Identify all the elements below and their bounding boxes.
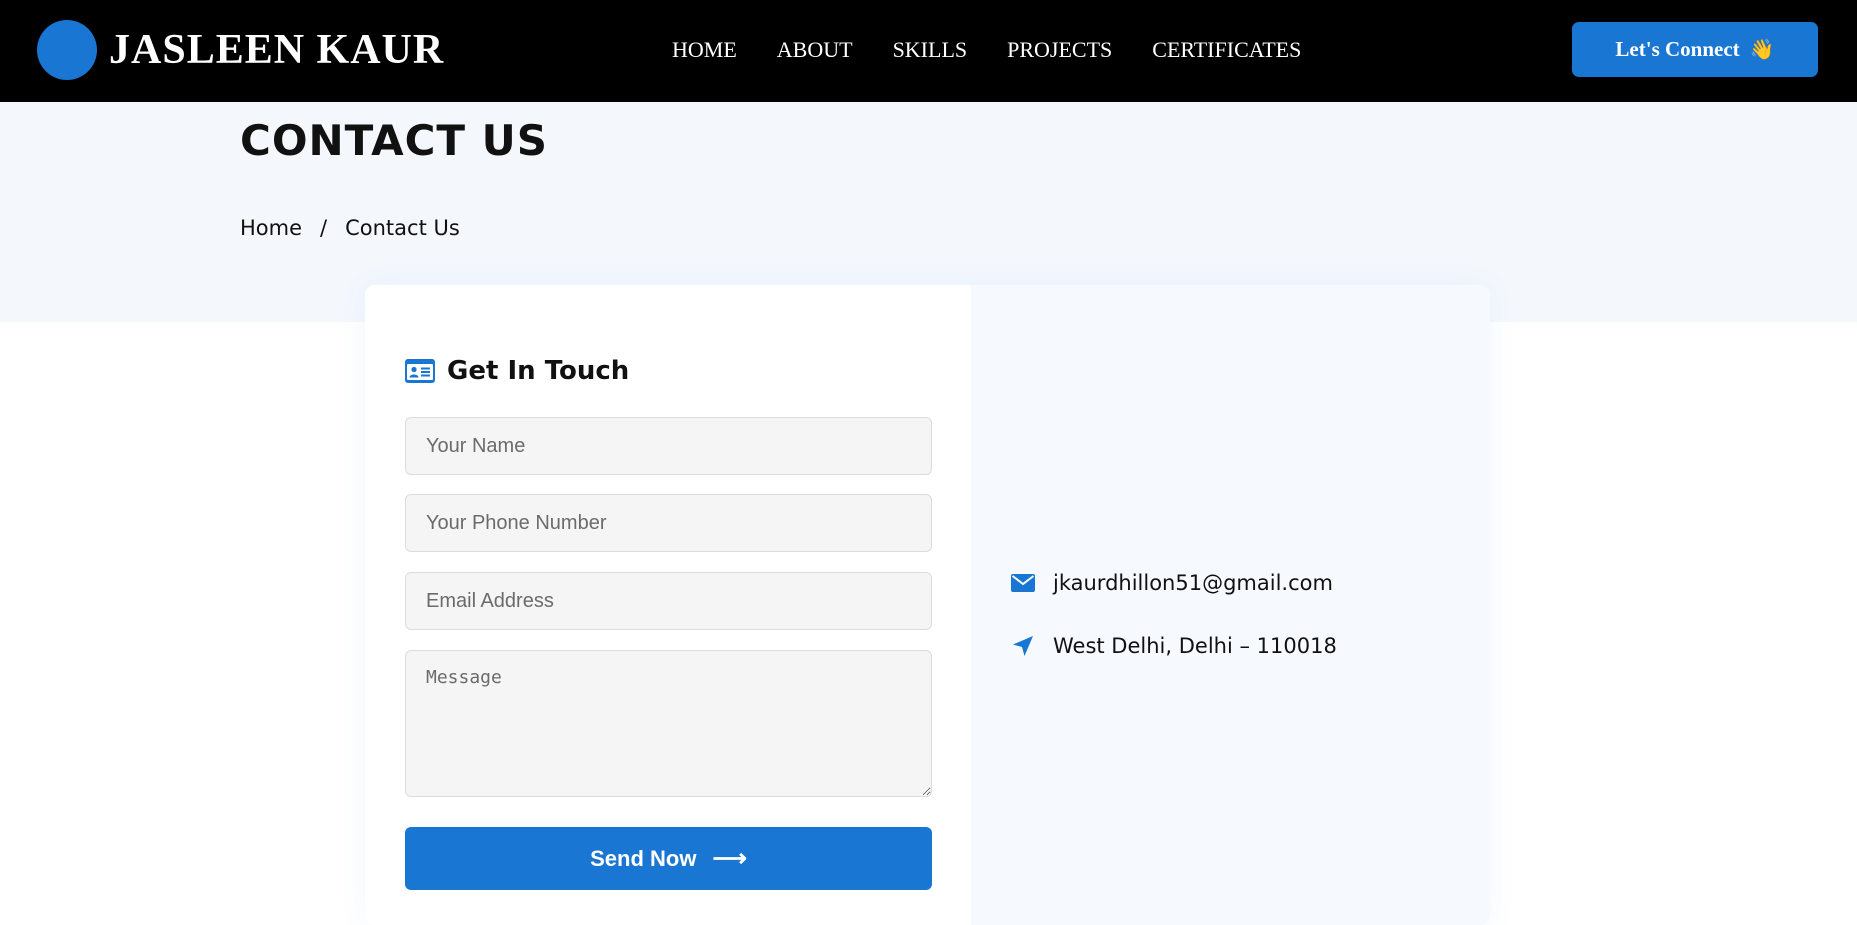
nav-link-skills[interactable]: SKILLS xyxy=(893,36,968,64)
message-textarea[interactable] xyxy=(405,650,932,797)
logo-icon[interactable] xyxy=(37,20,97,80)
phone-input[interactable] xyxy=(405,494,932,552)
location-info-row: West Delhi, Delhi – 110018 xyxy=(1011,632,1337,660)
contact-info-panel: jkaurdhillon51@gmail.com West Delhi, Del… xyxy=(971,285,1490,925)
contact-card-icon xyxy=(405,359,435,383)
get-in-touch-heading: Get In Touch xyxy=(405,355,629,387)
nav-links: HOME ABOUT SKILLS PROJECTS CERTIFICATES xyxy=(672,36,1341,64)
email-input[interactable] xyxy=(405,572,932,630)
nav-link-projects[interactable]: PROJECTS xyxy=(1007,36,1112,64)
lets-connect-button[interactable]: Let's Connect 👋 xyxy=(1572,22,1818,77)
envelope-icon xyxy=(1011,571,1035,595)
brand-name[interactable]: JASLEEN KAUR xyxy=(109,22,444,78)
contact-card: Get In Touch Send Now ⟶ jkaurdhillon51@g… xyxy=(365,285,1490,925)
breadcrumb-current: Contact Us xyxy=(345,216,460,240)
get-in-touch-title: Get In Touch xyxy=(447,356,630,386)
lets-connect-label: Let's Connect xyxy=(1615,37,1740,61)
arrow-right-icon: ⟶ xyxy=(712,845,747,872)
contact-form-panel: Get In Touch Send Now ⟶ xyxy=(365,285,971,925)
breadcrumb-separator: / xyxy=(320,216,328,240)
breadcrumb-home[interactable]: Home xyxy=(240,214,302,242)
nav-link-about[interactable]: ABOUT xyxy=(777,36,853,64)
email-info-row: jkaurdhillon51@gmail.com xyxy=(1011,569,1333,597)
waving-hand-icon: 👋 xyxy=(1749,39,1775,61)
nav-link-home[interactable]: HOME xyxy=(672,36,737,64)
breadcrumb: Home / Contact Us xyxy=(240,214,460,242)
location-arrow-icon xyxy=(1011,634,1035,658)
name-input[interactable] xyxy=(405,417,932,475)
nav-link-certificates[interactable]: CERTIFICATES xyxy=(1152,36,1301,64)
page-title: CONTACT US xyxy=(240,116,549,165)
send-now-button[interactable]: Send Now ⟶ xyxy=(405,827,932,890)
navbar: JASLEEN KAUR HOME ABOUT SKILLS PROJECTS … xyxy=(0,0,1857,102)
email-address[interactable]: jkaurdhillon51@gmail.com xyxy=(1053,569,1333,597)
location-text: West Delhi, Delhi – 110018 xyxy=(1053,634,1337,658)
send-now-label: Send Now xyxy=(590,845,697,871)
